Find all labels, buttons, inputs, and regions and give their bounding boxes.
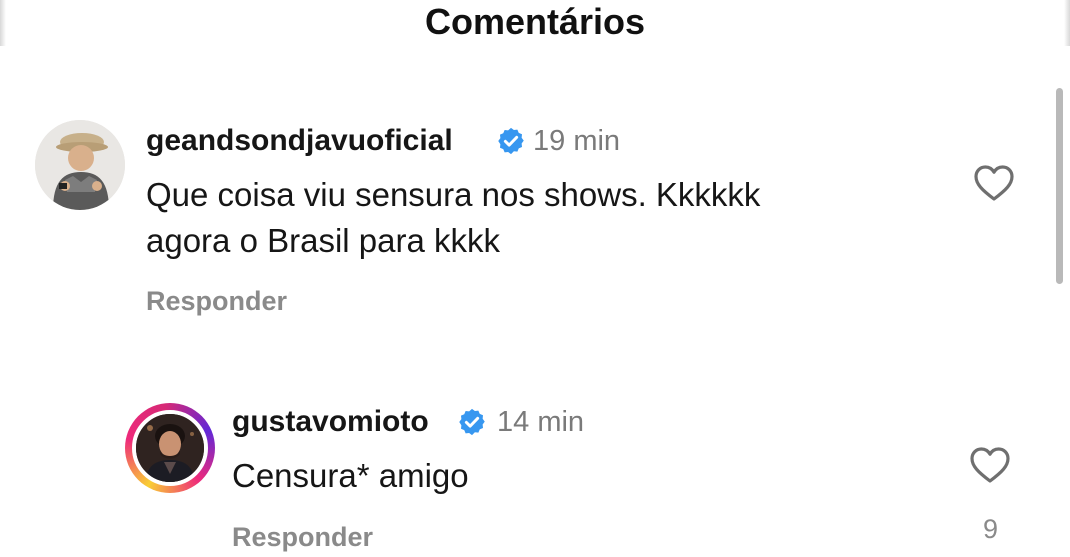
comment-text-line: Censura* amigo [232,457,469,494]
comment-time: 14 min [497,406,585,438]
reply-button[interactable]: Responder [232,520,373,554]
avatar[interactable] [35,120,125,210]
avatar[interactable] [132,410,208,486]
scrollbar-thumb[interactable] [1056,88,1063,284]
heart-outline-icon[interactable] [968,445,1012,485]
like-count: 9 [983,514,999,544]
verified-badge-icon [459,408,485,436]
avatar-image [35,120,125,210]
verified-badge-icon [498,127,524,155]
comment-text-line: Que coisa viu sensura nos shows. Kkkkkk [146,176,761,213]
comment-username[interactable]: geandsondjavuoficial [146,123,453,159]
comment-username[interactable]: gustavomioto [232,404,429,440]
heart-outline-icon[interactable] [972,163,1016,203]
comment-time: 19 min [533,125,621,157]
sheet-title: Comentários [424,1,646,42]
comment-text-line: agora o Brasil para kkkk [146,222,500,259]
avatar-image [136,414,204,482]
reply-button[interactable]: Responder [146,284,287,318]
comments-sheet: Comentários geandsondjavuoficial 19 min … [0,0,1070,557]
